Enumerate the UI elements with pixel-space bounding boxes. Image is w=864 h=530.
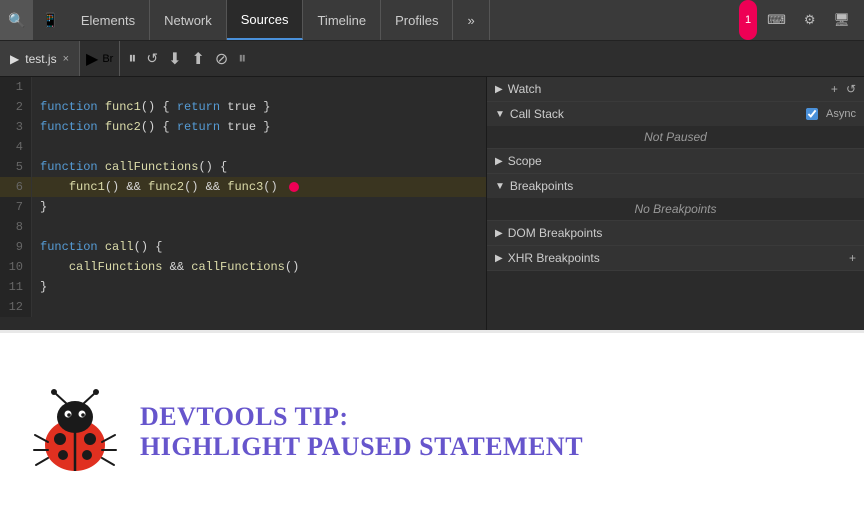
callstack-label: Call Stack [510, 107, 564, 121]
async-control: Async [806, 108, 856, 120]
step-over-button[interactable]: ↺ [146, 50, 158, 67]
xhr-add-control: + [849, 251, 856, 265]
breakpoints-label: Breakpoints [510, 179, 573, 193]
breakpoints-triangle: ▼ [495, 181, 505, 192]
breakpoints-section: ▼ Breakpoints No Breakpoints [487, 174, 864, 221]
tab-network[interactable]: Network [150, 0, 227, 40]
watch-label: Watch [508, 82, 542, 96]
callstack-triangle: ▼ [495, 109, 505, 120]
code-line-7: 7 } [0, 197, 486, 217]
editor-controls: ▶ Br [80, 41, 119, 76]
watch-header[interactable]: ▶ Watch + ↺ [487, 77, 864, 101]
watch-triangle: ▶ [495, 84, 503, 95]
step-into-button[interactable]: ⬇ [168, 49, 181, 69]
sources-toolbar: ▶ test.js × ▶ Br ⏸ ↺ ⬇ ⬆ ⊘ ⏸ [0, 41, 864, 77]
xhr-bp-triangle: ▶ [495, 253, 503, 264]
dom-breakpoints-label: DOM Breakpoints [508, 226, 603, 240]
dom-breakpoints-header[interactable]: ▶ DOM Breakpoints [487, 221, 864, 245]
breakpoints-status: No Breakpoints [487, 198, 864, 220]
watch-controls: + ↺ [831, 82, 856, 96]
code-line-9: 9 function call() { [0, 237, 486, 257]
xhr-add-button[interactable]: + [849, 251, 856, 265]
mobile-icon[interactable]: 📱 [33, 0, 66, 40]
step-out-button[interactable]: ⬆ [191, 49, 204, 69]
async-label-text: Async [826, 108, 856, 120]
pause2-button[interactable]: ⏸ [238, 50, 246, 68]
code-line-8: 8 [0, 217, 486, 237]
scope-triangle: ▶ [495, 156, 503, 167]
main-content: 1 2 function func1() { return true } 3 f… [0, 77, 864, 330]
counter-badge: 1 [739, 0, 757, 40]
code-line-1: 1 [0, 77, 486, 97]
right-panel: ▶ Watch + ↺ ▼ Call Stack Async Not Pause… [487, 77, 864, 330]
tab-sources[interactable]: Sources [227, 0, 304, 40]
code-line-11: 11 } [0, 277, 486, 297]
scope-header[interactable]: ▶ Scope [487, 149, 864, 173]
tip-title-line2: Highlight Paused Statement [140, 432, 583, 462]
file-tab-testjs[interactable]: ▶ test.js × [0, 41, 80, 76]
xhr-breakpoints-label: XHR Breakpoints [508, 251, 600, 265]
xhr-breakpoints-header[interactable]: ▶ XHR Breakpoints + [487, 246, 864, 270]
callstack-status: Not Paused [487, 126, 864, 148]
ladybug-icon [30, 387, 120, 477]
callstack-header[interactable]: ▼ Call Stack Async [487, 102, 864, 126]
tab-timeline[interactable]: Timeline [303, 0, 381, 40]
watch-section: ▶ Watch + ↺ [487, 77, 864, 102]
header-right-controls: 1 ⌨ ⚙ 🖥 [739, 0, 864, 40]
breakpoints-header[interactable]: ▼ Breakpoints [487, 174, 864, 198]
async-checkbox[interactable] [806, 108, 818, 120]
tip-text-block: DevTools Tip: Highlight Paused Statement [140, 402, 583, 462]
scope-section: ▶ Scope [487, 149, 864, 174]
tab-elements[interactable]: Elements [67, 0, 150, 40]
dom-breakpoints-section: ▶ DOM Breakpoints [487, 221, 864, 246]
run-icon: ▶ [10, 52, 19, 66]
settings-icon[interactable]: ⚙ [796, 0, 824, 40]
search-icon[interactable]: 🔍 [0, 0, 33, 40]
code-editor[interactable]: 1 2 function func1() { return true } 3 f… [0, 77, 487, 330]
code-line-10: 10 callFunctions && callFunctions() [0, 257, 486, 277]
scope-label: Scope [508, 154, 542, 168]
deactivate-button[interactable]: ⊘ [215, 49, 228, 69]
xhr-breakpoints-section: ▶ XHR Breakpoints + [487, 246, 864, 271]
close-tab-button[interactable]: × [63, 53, 69, 65]
tab-profiles[interactable]: Profiles [381, 0, 453, 40]
code-line-12: 12 [0, 297, 486, 317]
pretty-print-icon[interactable]: Br [102, 53, 113, 65]
tab-more[interactable]: » [453, 0, 489, 40]
tip-section: DevTools Tip: Highlight Paused Statement [0, 330, 864, 530]
code-line-2: 2 function func1() { return true } [0, 97, 486, 117]
watch-refresh-button[interactable]: ↺ [846, 82, 856, 96]
callstack-section: ▼ Call Stack Async Not Paused [487, 102, 864, 149]
tip-title-line1: DevTools Tip: [140, 402, 583, 432]
format-icon[interactable]: ▶ [86, 49, 98, 69]
console-icon[interactable]: ⌨ [759, 0, 794, 40]
watch-add-button[interactable]: + [831, 82, 838, 96]
dom-bp-triangle: ▶ [495, 228, 503, 239]
monitor-icon[interactable]: 🖥 [825, 0, 858, 40]
pause-button[interactable]: ⏸ [128, 50, 136, 68]
code-line-4: 4 [0, 137, 486, 157]
debug-toolbar: ⏸ ↺ ⬇ ⬆ ⊘ ⏸ [119, 41, 254, 76]
file-tab-label: test.js [25, 52, 56, 66]
code-line-5: 5 function callFunctions() { [0, 157, 486, 177]
devtools-topbar: 🔍 📱 Elements Network Sources Timeline Pr… [0, 0, 864, 41]
code-line-3: 3 function func2() { return true } [0, 117, 486, 137]
code-line-6: 6 func1() && func2() && func3() [0, 177, 486, 197]
